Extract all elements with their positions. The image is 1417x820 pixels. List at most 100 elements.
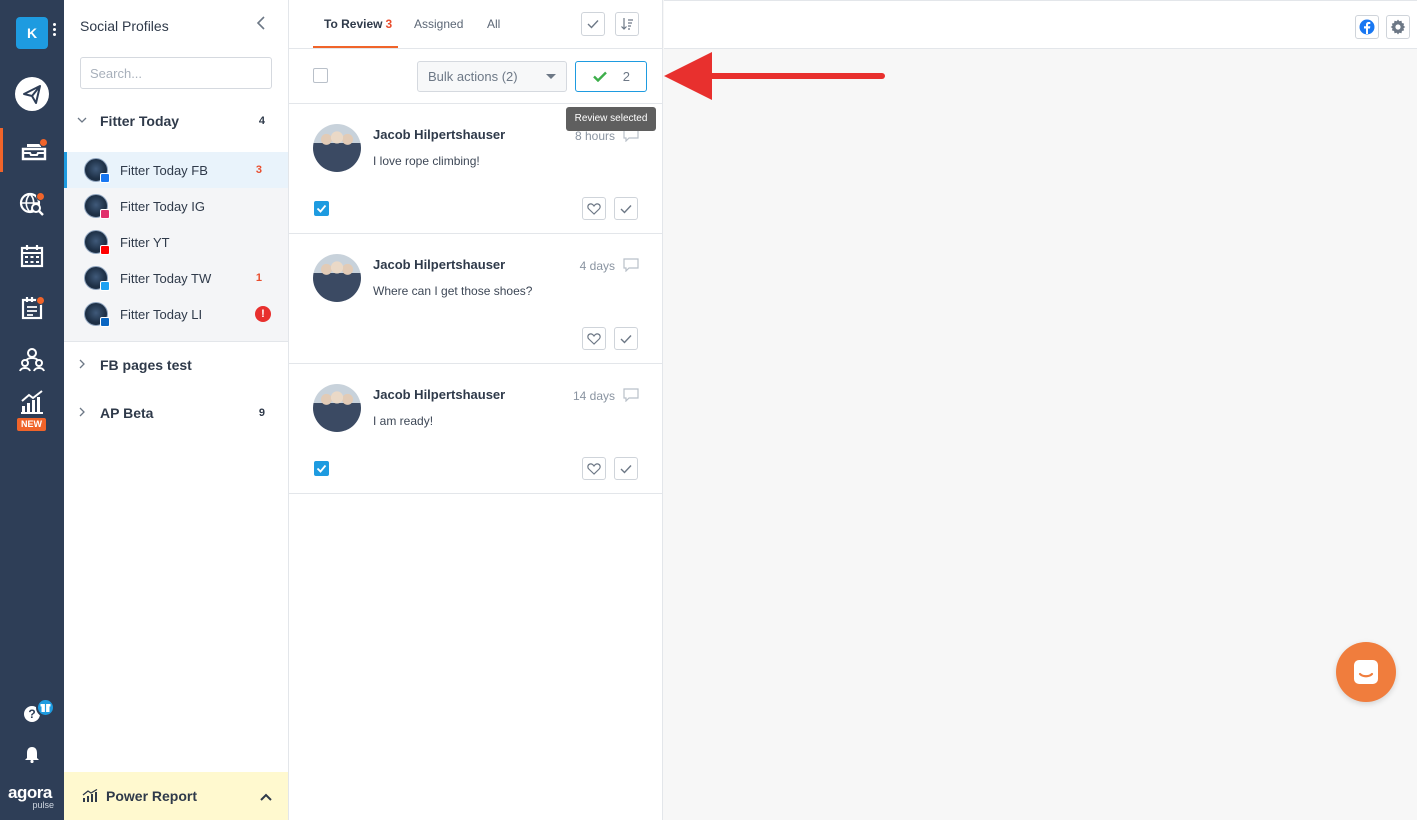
bulk-actions-select[interactable]: Bulk actions (2) — [417, 61, 567, 92]
nav-calendar[interactable] — [0, 234, 64, 278]
linkedin-icon — [100, 317, 110, 327]
svg-text:?: ? — [28, 707, 35, 721]
profile-name: Fitter Today IG — [120, 198, 206, 214]
twitter-icon — [100, 281, 110, 291]
inbox-notification-dot — [39, 138, 48, 147]
profile-avatar — [84, 302, 110, 327]
author-name: Jacob Hilpertshauser — [373, 127, 506, 142]
detail-header — [664, 0, 1417, 49]
nav-listening[interactable] — [0, 182, 64, 226]
gear-icon — [1390, 19, 1406, 35]
group-name: FB pages test — [100, 357, 192, 373]
group-fitter-today[interactable]: Fitter Today 4 — [64, 109, 289, 133]
heart-icon — [587, 462, 601, 475]
tab-to-review[interactable]: To Review 3 — [324, 17, 392, 31]
nav-help[interactable]: ? — [0, 692, 64, 736]
panel-title: Social Profiles — [80, 18, 169, 34]
bulk-toolbar: Bulk actions (2) 2 — [289, 49, 663, 104]
chevron-up-icon[interactable] — [260, 788, 272, 804]
collapse-panel-chevron-icon[interactable] — [256, 16, 266, 35]
settings-button[interactable] — [1386, 15, 1410, 39]
nav-inbox[interactable] — [0, 128, 64, 172]
chat-icon — [1354, 660, 1378, 684]
facebook-icon — [1359, 19, 1375, 35]
review-all-button[interactable] — [581, 12, 605, 36]
review-selected-button[interactable]: 2 — [575, 61, 647, 92]
workspace-menu-icon[interactable] — [53, 23, 57, 38]
nav-publish[interactable] — [0, 72, 64, 116]
dropdown-caret-icon — [546, 74, 556, 79]
message-text: Where can I get those shoes? — [373, 284, 533, 298]
profile-search-input[interactable] — [80, 57, 272, 89]
message-item[interactable]: Jacob Hilpertshauser I am ready! 14 days — [289, 364, 663, 494]
message-checkbox[interactable] — [314, 201, 329, 216]
chevron-right-icon — [64, 407, 100, 420]
sort-icon — [621, 18, 633, 30]
profile-name: Fitter YT — [120, 234, 170, 250]
chevron-down-icon — [64, 116, 100, 127]
power-report-bar[interactable]: Power Report — [64, 772, 288, 820]
chat-support-button[interactable] — [1336, 642, 1396, 702]
heart-icon — [587, 332, 601, 345]
profile-name: Fitter Today FB — [120, 162, 208, 178]
author-avatar — [313, 124, 361, 172]
nav-content[interactable] — [0, 286, 64, 330]
message-checkbox[interactable] — [314, 461, 329, 476]
annotation-arrow-icon — [664, 52, 885, 100]
profile-avatar — [84, 266, 110, 291]
nav-team[interactable] — [0, 338, 64, 382]
group-ap-beta[interactable]: AP Beta 9 — [64, 401, 289, 425]
message-text: I love rope climbing! — [373, 154, 480, 168]
like-button[interactable] — [582, 457, 606, 480]
main-nav-rail: K NEW ? agora pulse — [0, 0, 64, 820]
youtube-icon — [100, 245, 110, 255]
message-item[interactable]: Jacob Hilpertshauser Where can I get tho… — [289, 234, 663, 364]
sort-button[interactable] — [615, 12, 639, 36]
author-avatar — [313, 384, 361, 432]
gift-icon[interactable] — [36, 698, 55, 717]
chevron-right-icon — [64, 359, 100, 372]
alert-icon: ! — [255, 306, 271, 322]
profile-name: Fitter Today LI — [120, 306, 203, 322]
review-selected-tooltip: Review selected — [566, 107, 656, 131]
profile-avatar — [84, 194, 110, 219]
facebook-icon — [100, 173, 110, 183]
detail-pane — [664, 0, 1417, 820]
mark-reviewed-button[interactable] — [614, 327, 638, 350]
facebook-profile-button[interactable] — [1355, 15, 1379, 39]
profile-item-fitter-today-ig[interactable]: Fitter Today IG — [64, 188, 288, 224]
check-icon — [620, 334, 632, 344]
profile-avatar — [84, 230, 110, 255]
workspace-avatar[interactable]: K — [16, 17, 48, 49]
power-report-label: Power Report — [106, 788, 198, 804]
message-time: 4 days — [579, 259, 615, 273]
tab-assigned[interactable]: Assigned — [414, 17, 463, 31]
mark-reviewed-button[interactable] — [614, 197, 638, 220]
group-name: Fitter Today — [100, 113, 180, 129]
heart-icon — [587, 202, 601, 215]
reports-chart-icon — [21, 390, 43, 414]
author-avatar — [313, 254, 361, 302]
selected-count: 2 — [622, 69, 630, 84]
profile-item-fitter-yt[interactable]: Fitter YT — [64, 224, 288, 260]
content-notification-dot — [36, 296, 45, 305]
profile-item-fitter-today-tw[interactable]: Fitter Today TW 1 — [64, 260, 288, 296]
agorapulse-logo: agora pulse — [8, 783, 54, 810]
group-fb-pages-test[interactable]: FB pages test — [64, 353, 289, 377]
tab-all[interactable]: All — [487, 17, 500, 31]
profile-item-fitter-today-fb[interactable]: Fitter Today FB 3 — [64, 152, 288, 188]
nav-notifications[interactable] — [0, 732, 64, 776]
check-icon — [620, 464, 632, 474]
mark-reviewed-button[interactable] — [614, 457, 638, 480]
select-all-checkbox[interactable] — [313, 68, 328, 83]
profile-item-fitter-today-li[interactable]: Fitter Today LI ! — [64, 296, 288, 332]
message-time: 14 days — [572, 389, 615, 403]
profile-name: Fitter Today TW — [120, 270, 212, 286]
like-button[interactable] — [582, 197, 606, 220]
tab-count: 3 — [385, 17, 393, 31]
inbox-column: To Review 3 Assigned All Bulk actions (2)… — [289, 0, 663, 820]
social-profiles-panel: Social Profiles Fitter Today 4 Fitter To… — [64, 0, 289, 820]
team-icon — [19, 348, 45, 372]
like-button[interactable] — [582, 327, 606, 350]
profile-count: 1 — [255, 272, 262, 284]
